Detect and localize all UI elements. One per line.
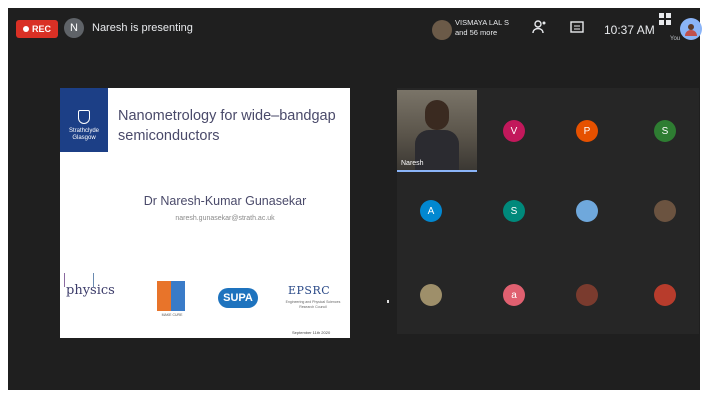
presenter-avatar: N [64, 18, 84, 38]
you-label: You [670, 36, 681, 42]
slide-title: Nanometrology for wide–bandgap semicondu… [118, 106, 343, 146]
participant-avatar-tile[interactable]: P [576, 120, 598, 142]
strathclyde-logo-text: Strathclyde [68, 128, 99, 134]
participant-name: VISMAYA LAL S [455, 18, 510, 27]
recording-label: REC [31, 24, 51, 34]
participants-summary[interactable]: VISMAYA LAL S and 56 more [455, 18, 509, 38]
recording-badge: REC [16, 20, 58, 38]
supa-logo: SUPA [218, 288, 258, 308]
participant-avatar-tile[interactable]: S [654, 120, 676, 142]
slide-date: September 11th 2020 [292, 330, 331, 335]
participant-avatar-tile[interactable] [576, 200, 598, 222]
crest-icon [78, 110, 90, 124]
make-cure-logo [157, 281, 185, 311]
participant-video-name: Naresh [401, 160, 424, 167]
slide-title-line2: semiconductors [118, 128, 220, 144]
participant-video-tile[interactable]: Naresh [397, 90, 477, 172]
strathclyde-logo: Strathclyde Glasgow [60, 88, 108, 152]
participant-avatar-tile[interactable]: V [503, 120, 525, 142]
participant-avatar-tile[interactable]: S [503, 200, 525, 222]
slide-title-line1: Nanometrology for wide–bandgap [118, 108, 336, 124]
participant-avatar[interactable] [432, 20, 452, 40]
participant-avatar-tile[interactable] [654, 200, 676, 222]
physics-logo-mark-icon [64, 273, 94, 287]
chat-icon[interactable] [570, 21, 584, 38]
participant-avatar-tile[interactable] [420, 284, 442, 306]
physics-logo: physics [64, 273, 115, 298]
slide-email: naresh.gunasekar@strath.ac.uk [175, 215, 275, 222]
participant-avatar-tile[interactable] [576, 284, 598, 306]
participant-avatar-tile[interactable]: A [420, 200, 442, 222]
presenting-status: Naresh is presenting [92, 22, 193, 34]
participant-avatar-tile[interactable]: a [503, 284, 525, 306]
epsrc-logo: EPSRC [288, 284, 331, 297]
meeting-top-bar: REC N Naresh is presenting VISMAYA LAL S… [8, 8, 702, 46]
strathclyde-logo-sub: Glasgow [72, 135, 96, 141]
presentation-slide: Strathclyde Glasgow Nanometrology for wi… [60, 88, 350, 338]
mouse-cursor [387, 300, 389, 303]
participant-head [425, 100, 449, 130]
apps-grid-icon[interactable] [659, 13, 671, 28]
user-avatar[interactable] [680, 18, 702, 40]
meeting-window: REC N Naresh is presenting VISMAYA LAL S… [8, 8, 702, 390]
epsrc-subtitle: Engineering and Physical Sciences Resear… [285, 300, 341, 309]
record-dot-icon [22, 26, 29, 32]
participant-more: and 56 more [455, 28, 498, 37]
clock-time: 10:37 AM [604, 23, 655, 37]
make-cure-caption: MAKE CURE [161, 313, 183, 317]
people-icon[interactable] [532, 20, 548, 37]
participant-avatar-tile[interactable] [654, 284, 676, 306]
slide-author: Dr Naresh-Kumar Gunasekar [143, 194, 307, 208]
